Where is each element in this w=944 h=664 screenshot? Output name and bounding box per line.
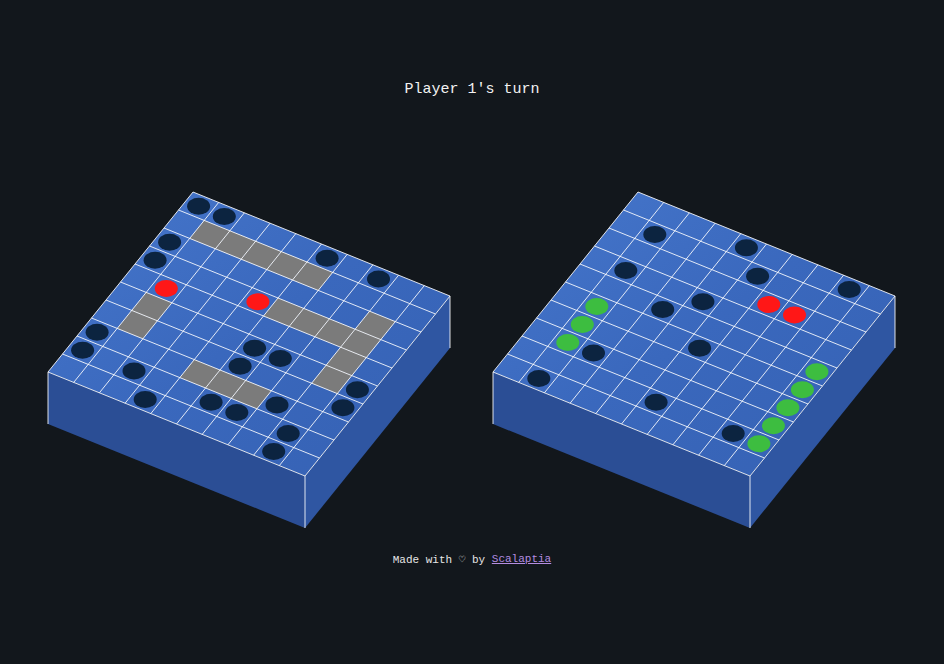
miss-marker[interactable] [265,397,288,414]
miss-marker[interactable] [582,345,605,362]
sunk-marker[interactable] [790,381,813,398]
grid-line [305,296,450,476]
miss-marker[interactable] [837,281,860,298]
grid-line [279,286,424,466]
miss-marker[interactable] [212,208,235,225]
miss-marker[interactable] [746,268,769,285]
board-edge [449,296,450,348]
miss-marker[interactable] [691,293,714,310]
miss-marker[interactable] [122,363,145,380]
ship-cell [117,310,157,338]
miss-marker[interactable] [734,239,757,256]
miss-marker[interactable] [721,425,744,442]
grid-line [565,282,822,386]
miss-marker[interactable] [243,340,266,357]
sunk-marker[interactable] [761,417,784,434]
miss-marker[interactable] [228,358,251,375]
hit-marker[interactable] [246,293,269,310]
grid-line [672,265,817,445]
miss-marker[interactable] [133,391,156,408]
miss-marker[interactable] [225,404,248,421]
hit-marker[interactable] [783,307,806,324]
miss-marker[interactable] [143,252,166,269]
grid-line [536,318,793,422]
miss-marker[interactable] [276,425,299,442]
hit-marker[interactable] [154,280,177,297]
sunk-marker[interactable] [805,363,828,380]
miss-marker[interactable] [262,443,285,460]
boards-row [40,185,905,535]
footer: Made with ♡ by Scalaptia [393,553,551,566]
miss-marker[interactable] [158,234,181,251]
hit-marker[interactable] [757,296,780,313]
grid-line [493,372,750,476]
miss-marker[interactable] [331,399,354,416]
grid-line [507,354,764,458]
board-top [493,192,895,476]
sunk-marker[interactable] [747,435,770,452]
game-board[interactable] [40,185,460,535]
miss-marker[interactable] [527,370,550,387]
board-edge [492,372,493,424]
sunk-marker[interactable] [585,298,608,315]
grid-line [724,286,869,466]
grid-line [202,254,347,434]
miss-marker[interactable] [71,342,94,359]
sunk-marker[interactable] [556,334,579,351]
grid-line [62,354,319,458]
game-board[interactable] [485,185,905,535]
grid-line [227,265,372,445]
miss-marker[interactable] [688,340,711,357]
miss-marker[interactable] [651,301,674,318]
grid-line [750,296,895,476]
footer-text: Made with ♡ by [393,553,485,566]
grid-line [647,254,792,434]
game-page: Player 1's turn Made with ♡ by Scalaptia [0,0,944,664]
grid-line [48,372,305,476]
miss-marker[interactable] [85,324,108,341]
miss-marker[interactable] [187,198,210,215]
grid-line [120,282,377,386]
miss-marker[interactable] [268,350,291,367]
board-edge [749,476,750,528]
grid-line [253,275,398,455]
grid-line [106,300,363,404]
sunk-marker[interactable] [570,316,593,333]
miss-marker[interactable] [367,271,390,288]
miss-marker[interactable] [643,226,666,243]
grid-line [522,336,779,440]
miss-marker[interactable] [614,262,637,279]
sunk-marker[interactable] [776,399,799,416]
board-top [48,192,450,476]
grid-line [551,300,808,404]
turn-title: Player 1's turn [404,80,539,100]
board-edge [47,372,48,424]
miss-marker[interactable] [345,381,368,398]
miss-marker[interactable] [644,394,667,411]
board-edge [304,476,305,528]
grid-line [91,318,348,422]
author-link[interactable]: Scalaptia [492,553,551,566]
miss-marker[interactable] [199,394,222,411]
grid-line [698,275,843,455]
grid-line [77,336,334,440]
miss-marker[interactable] [315,250,338,267]
ship-cell [311,365,351,393]
board-edge [894,296,895,348]
